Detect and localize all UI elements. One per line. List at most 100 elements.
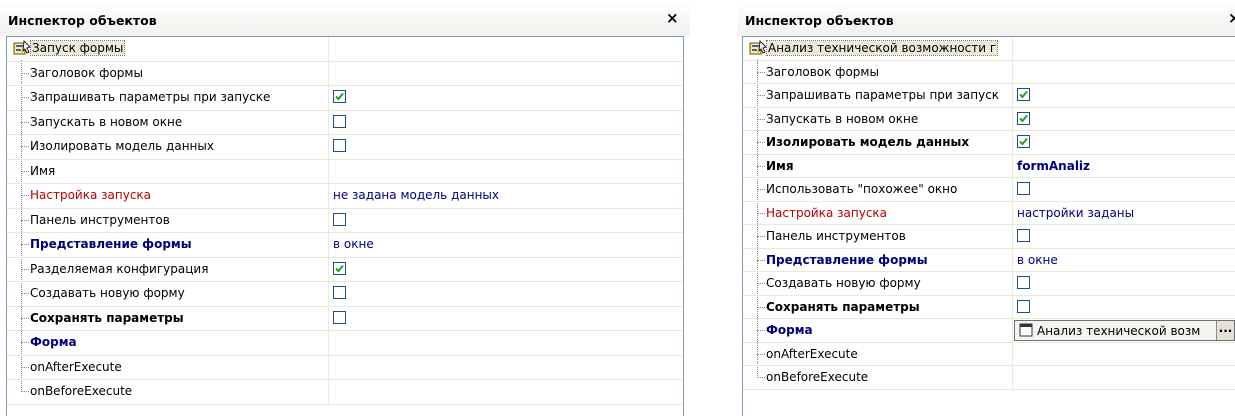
property-checkbox[interactable]: [333, 310, 346, 324]
property-name-cell[interactable]: Запрашивать параметры при запуске: [7, 86, 329, 110]
property-checkbox[interactable]: [333, 139, 346, 152]
root-row[interactable]: Запуск формы: [7, 37, 683, 62]
property-value-cell[interactable]: не задана модель данных: [329, 184, 683, 208]
property-checkbox[interactable]: [333, 114, 346, 128]
property-row[interactable]: Форма Анализ технической возм...: [743, 319, 1235, 343]
property-row[interactable]: Изолировать модель данных: [7, 135, 683, 160]
property-row[interactable]: Имя formAnaliz: [743, 154, 1235, 178]
property-row[interactable]: Изолировать модель данных: [743, 131, 1235, 155]
property-row[interactable]: onBeforeExecute: [7, 380, 683, 405]
property-row[interactable]: Разделяемая конфигурация: [7, 257, 683, 282]
property-checkbox[interactable]: [1017, 111, 1030, 125]
property-row[interactable]: Создавать новую форму: [743, 272, 1235, 296]
property-value-cell[interactable]: [1013, 225, 1235, 248]
property-checkbox[interactable]: [333, 90, 346, 103]
property-row[interactable]: Создавать новую форму: [7, 282, 683, 307]
property-value-cell[interactable]: [329, 111, 683, 135]
property-name-cell[interactable]: Представление формы: [7, 233, 329, 257]
property-name-cell[interactable]: Создавать новую форму: [7, 282, 329, 306]
property-row[interactable]: onBeforeExecute: [743, 366, 1235, 390]
property-checkbox[interactable]: [1017, 88, 1030, 101]
property-checkbox[interactable]: [333, 286, 346, 299]
property-value-cell[interactable]: [1013, 366, 1235, 389]
property-name-cell[interactable]: onAfterExecute: [7, 355, 329, 379]
property-value-cell[interactable]: [329, 37, 683, 61]
property-row[interactable]: Запрашивать параметры при запуске: [7, 86, 683, 111]
property-value-cell[interactable]: [329, 307, 683, 331]
root-row[interactable]: Анализ технической возможности г: [743, 37, 1235, 61]
property-value-cell[interactable]: [1013, 84, 1235, 107]
close-icon[interactable]: ×: [666, 11, 679, 26]
property-value-cell[interactable]: [329, 356, 683, 380]
property-name-cell[interactable]: Форма: [743, 319, 1013, 342]
property-name-cell[interactable]: Сохранять параметры: [7, 306, 329, 330]
property-name-cell[interactable]: Настройка запуска: [743, 201, 1013, 224]
property-value-cell[interactable]: [329, 135, 683, 159]
property-name-cell[interactable]: Запрашивать параметры при запуск: [743, 84, 1013, 107]
property-name-cell[interactable]: Панель инструментов: [7, 208, 329, 232]
property-name-cell[interactable]: Имя: [7, 159, 329, 183]
property-name-cell[interactable]: Панель инструментов: [743, 225, 1013, 248]
property-name-cell[interactable]: onBeforeExecute: [7, 380, 329, 404]
property-name-cell[interactable]: Сохранять параметры: [743, 295, 1013, 318]
property-row[interactable]: Форма: [7, 331, 683, 356]
property-row[interactable]: Сохранять параметры: [7, 306, 683, 331]
close-icon[interactable]: ×: [1228, 11, 1235, 26]
property-checkbox[interactable]: [1017, 182, 1030, 195]
property-checkbox[interactable]: [1017, 299, 1030, 313]
property-value-cell[interactable]: [1013, 272, 1235, 295]
property-value-cell[interactable]: настройки заданы: [1013, 202, 1235, 225]
property-checkbox[interactable]: [1017, 229, 1030, 242]
property-name-cell[interactable]: Представление формы: [743, 248, 1013, 271]
property-name-cell[interactable]: Создавать новую форму: [743, 272, 1013, 295]
property-row[interactable]: onAfterExecute: [7, 355, 683, 380]
property-value-cell[interactable]: [329, 258, 683, 282]
property-row[interactable]: Заголовок формы: [7, 61, 683, 86]
property-row[interactable]: Запрашивать параметры при запуск: [743, 84, 1235, 108]
property-value-cell[interactable]: formAnaliz: [1013, 155, 1235, 178]
property-name-cell[interactable]: onBeforeExecute: [743, 366, 1013, 389]
property-name-cell[interactable]: Изолировать модель данных: [743, 131, 1013, 154]
property-name-cell[interactable]: Изолировать модель данных: [7, 135, 329, 159]
ellipsis-button[interactable]: ...: [1216, 321, 1234, 340]
property-name-cell[interactable]: Форма: [7, 331, 329, 355]
property-value-cell[interactable]: [329, 62, 683, 86]
property-name-cell[interactable]: Запускать в новом окне: [743, 107, 1013, 130]
property-row[interactable]: Заголовок формы: [743, 60, 1235, 84]
property-value-cell[interactable]: [329, 160, 683, 184]
property-checkbox[interactable]: [1017, 135, 1030, 148]
property-row[interactable]: Использовать "похожее" окно: [743, 178, 1235, 202]
property-row[interactable]: Имя: [7, 159, 683, 184]
property-name-cell[interactable]: Имя: [743, 154, 1013, 177]
property-name-cell[interactable]: Заголовок формы: [7, 61, 329, 85]
property-row[interactable]: Представление формы в окне: [7, 233, 683, 258]
root-object-label[interactable]: Запуск формы: [29, 40, 126, 56]
property-value-cell[interactable]: [1013, 131, 1235, 154]
property-value-cell[interactable]: [329, 282, 683, 306]
property-value-cell[interactable]: в окне: [329, 233, 683, 257]
property-row[interactable]: Панель инструментов: [7, 208, 683, 233]
property-row[interactable]: Сохранять параметры: [743, 295, 1235, 319]
property-value-cell[interactable]: [329, 380, 683, 404]
property-value-cell[interactable]: [329, 331, 683, 355]
property-name-cell[interactable]: Использовать "похожее" окно: [743, 178, 1013, 201]
property-row[interactable]: onAfterExecute: [743, 342, 1235, 366]
property-row[interactable]: Представление формы в окне: [743, 248, 1235, 272]
property-checkbox[interactable]: [333, 212, 346, 226]
property-value-cell[interactable]: [1013, 61, 1235, 84]
property-row[interactable]: Запускать в новом окне: [743, 107, 1235, 131]
property-value-cell[interactable]: [1013, 343, 1235, 366]
property-name-cell[interactable]: onAfterExecute: [743, 342, 1013, 365]
property-value-cell[interactable]: в окне: [1013, 249, 1235, 272]
property-value-cell[interactable]: Анализ технической возм...: [1013, 319, 1235, 342]
property-value-cell[interactable]: [1013, 296, 1235, 319]
property-row[interactable]: Настройка запуска настройки заданы: [743, 201, 1235, 225]
property-checkbox[interactable]: [333, 261, 346, 275]
property-name-cell[interactable]: Анализ технической возможности г: [743, 37, 1013, 60]
property-value-cell[interactable]: [329, 86, 683, 110]
property-row[interactable]: Запускать в новом окне: [7, 110, 683, 135]
property-name-cell[interactable]: Настройка запуска: [7, 184, 329, 208]
property-value-cell[interactable]: [1013, 37, 1235, 60]
property-row[interactable]: Настройка запуска не задана модель данных: [7, 184, 683, 209]
property-name-cell[interactable]: Запуск формы: [7, 37, 329, 61]
